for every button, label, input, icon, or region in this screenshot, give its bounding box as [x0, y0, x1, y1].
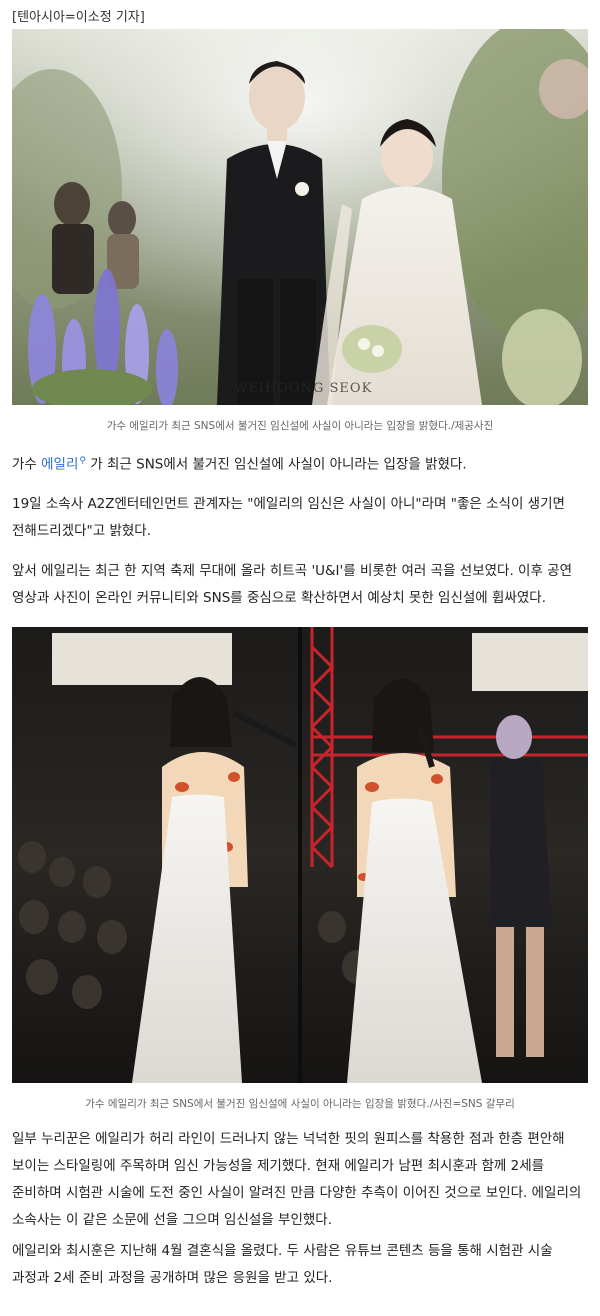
singer-name-link[interactable]: 에일리	[41, 457, 78, 473]
paragraph: 에일리와 최시훈은 지난해 4월 결혼식을 올렸다. 두 사람은 유튜브 콘텐츠…	[12, 1243, 553, 1286]
stage-photo-illustration	[12, 627, 588, 1083]
paragraph-text: 가수	[12, 456, 42, 473]
stage-photo	[12, 627, 588, 1083]
search-icon[interactable]: ⚲	[79, 456, 86, 466]
article: [텐아시아=이소정 기자] WEIHOONG SEOK 가수 에일리가 최근 S…	[0, 0, 600, 1316]
stage-photo-figure	[12, 627, 588, 1083]
paragraph: 일부 누리꾼은 에일리가 허리 라인이 드러나지 않는 넉넉한 핏의 원피스를 …	[12, 1131, 582, 1228]
paragraph: 앞서 에일리는 최근 한 지역 축제 무대에 올라 히트곡 'U&I'를 비롯한…	[12, 563, 573, 606]
paragraph: 19일 소속사 A2Z엔터테인먼트 관계자는 "에일리의 임신은 사실이 아니"…	[12, 496, 565, 539]
byline: [텐아시아=이소정 기자]	[12, 10, 145, 25]
photo-caption: 가수 에일리가 최근 SNS에서 불거진 임신설에 사실이 아니라는 입장을 밝…	[106, 420, 494, 432]
wedding-photo-illustration	[12, 29, 588, 405]
wedding-photo: WEIHOONG SEOK	[12, 29, 588, 405]
paragraph-text: 가 최근 SNS에서 불거진 임신설에 사실이 아니라는 입장을 밝혔다.	[86, 456, 467, 473]
paragraph: 가수 에일리⚲ 가 최근 SNS에서 불거진 임신설에 사실이 아니라는 입장을…	[12, 448, 588, 479]
photo-caption: 가수 에일리가 최근 SNS에서 불거진 임신설에 사실이 아니라는 입장을 밝…	[85, 1098, 515, 1110]
photo-watermark: WEIHOONG SEOK	[234, 381, 373, 396]
wedding-photo-figure: WEIHOONG SEOK	[12, 29, 588, 405]
